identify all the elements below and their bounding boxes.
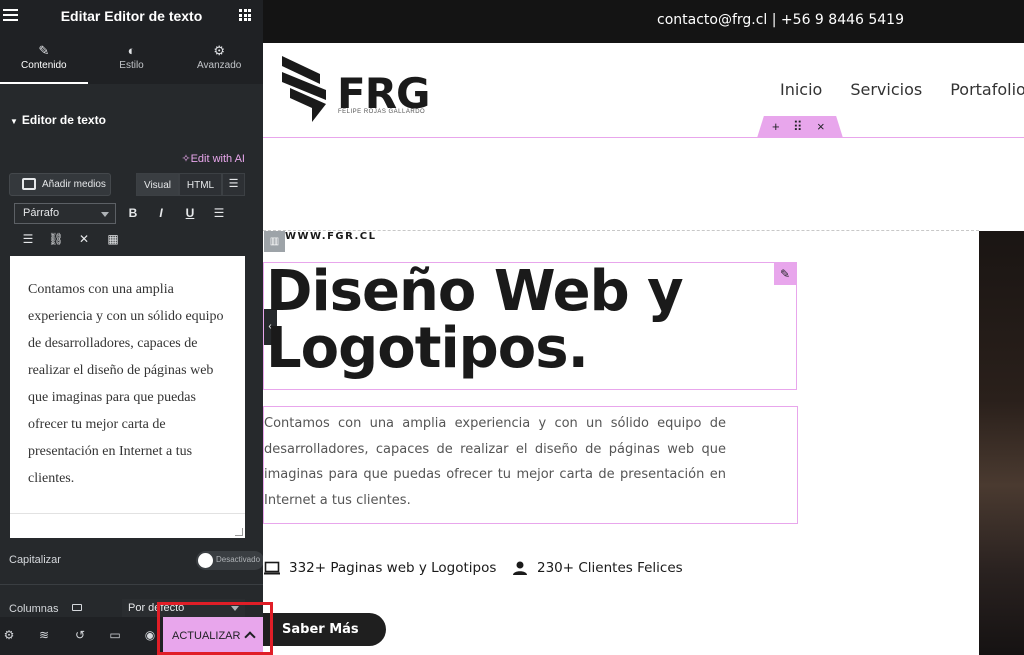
editor-mode-tabs: Visual HTML bbox=[136, 173, 222, 196]
user-icon bbox=[513, 561, 527, 575]
add-section-icon[interactable]: + bbox=[772, 119, 780, 134]
site-topbar: contacto@frg.cl | +56 9 8446 5419 bbox=[263, 0, 1024, 43]
hero-image bbox=[979, 231, 1024, 655]
panel-footer: ⚙ ≋ ↺ ▭ ◉ ACTUALIZAR bbox=[0, 617, 263, 655]
text-editor-widget[interactable]: Contamos con una amplia experiencia y co… bbox=[263, 406, 798, 524]
tab-avanzado[interactable]: ⚙ Avanzado bbox=[175, 33, 263, 84]
format-select-value: Párrafo bbox=[23, 207, 60, 219]
add-media-button[interactable]: Añadir medios bbox=[9, 173, 111, 196]
bullet-list-icon[interactable]: ☰ bbox=[209, 203, 229, 223]
saber-mas-button[interactable]: Saber Más ⟶ bbox=[263, 613, 386, 646]
stat-clients-label: 230+ Clientes Felices bbox=[537, 560, 683, 576]
toggle-state-label: Desactivado bbox=[216, 555, 261, 564]
panel-header: Editar Editor de texto bbox=[0, 0, 263, 33]
history-icon[interactable]: ↺ bbox=[73, 628, 87, 642]
chevron-up-icon[interactable] bbox=[244, 631, 256, 643]
tab-estilo[interactable]: ◐ Estilo bbox=[88, 33, 176, 84]
paragraph-format-select[interactable]: Párrafo bbox=[14, 203, 116, 224]
stat-websites: 332+ Paginas web y Logotipos bbox=[264, 560, 496, 576]
widgets-grid-icon[interactable] bbox=[239, 9, 251, 21]
section-handle: + ⠿ × bbox=[757, 116, 843, 138]
contact-info: contacto@frg.cl | +56 9 8446 5419 bbox=[657, 12, 904, 28]
main-nav: Inicio Servicios Portafolio bbox=[780, 80, 1024, 99]
preview-eye-icon[interactable]: ◉ bbox=[143, 628, 157, 642]
gear-icon: ⚙ bbox=[213, 43, 225, 58]
fullscreen-icon[interactable]: ✕ bbox=[74, 229, 94, 249]
site-header: FRG FELIPE ROJAS GALLARDO Inicio Servici… bbox=[263, 43, 1024, 138]
add-media-label: Añadir medios bbox=[42, 179, 106, 190]
columns-label: Columnas bbox=[9, 603, 59, 615]
site-url: WWW.FGR.CL bbox=[285, 231, 377, 242]
editor-panel: Editar Editor de texto ✎ Contenido ◐ Est… bbox=[0, 0, 263, 655]
capitalize-toggle[interactable]: Desactivado bbox=[196, 551, 263, 570]
settings-icon[interactable]: ⚙ bbox=[2, 628, 16, 642]
sparkle-icon: ✧ bbox=[181, 153, 191, 165]
editor-content[interactable]: Contamos con una amplia experiencia y co… bbox=[28, 276, 233, 492]
stat-clients: 230+ Clientes Felices bbox=[512, 560, 683, 576]
capitalize-label: Capitalizar bbox=[9, 554, 61, 566]
edit-with-ai-label: Edit with AI bbox=[190, 153, 245, 165]
half-circle-icon: ◐ bbox=[127, 43, 136, 58]
italic-button[interactable]: I bbox=[151, 203, 171, 223]
tab-html[interactable]: HTML bbox=[179, 173, 222, 196]
logo-subtitle: FELIPE ROJAS GALLARDO bbox=[338, 109, 426, 115]
caret-down-icon: ▼ bbox=[10, 117, 18, 126]
underline-button[interactable]: U bbox=[180, 203, 200, 223]
edit-with-ai-link[interactable]: ✧Edit with AI bbox=[181, 152, 245, 165]
panel-tabs: ✎ Contenido ◐ Estilo ⚙ Avanzado bbox=[0, 33, 263, 84]
close-section-icon[interactable]: × bbox=[817, 119, 825, 134]
section-title-label: Editor de texto bbox=[21, 113, 106, 127]
update-button[interactable]: ACTUALIZAR bbox=[163, 617, 263, 655]
chevron-down-icon bbox=[101, 212, 109, 217]
bold-button[interactable]: B bbox=[123, 203, 143, 223]
tab-visual[interactable]: Visual bbox=[136, 173, 179, 196]
tab-contenido-label: Contenido bbox=[21, 60, 67, 71]
edit-widget-icon[interactable]: ✎ bbox=[774, 263, 796, 285]
stat-websites-label: 332+ Paginas web y Logotipos bbox=[289, 560, 497, 576]
editor-toolbar: Párrafo B I U ☰ ☰ ⛓ ✕ ▦ bbox=[10, 200, 245, 255]
nav-item-portafolio[interactable]: Portafolio bbox=[950, 80, 1024, 99]
nav-item-inicio[interactable]: Inicio bbox=[780, 80, 822, 99]
column-handle-icon[interactable]: ▥ bbox=[264, 231, 285, 252]
columns-select[interactable]: Por defecto bbox=[122, 599, 245, 618]
hero-heading: Diseño Web y Logotipos. bbox=[266, 259, 684, 381]
update-button-label: ACTUALIZAR bbox=[172, 630, 241, 642]
panel-title: Editar Editor de texto bbox=[60, 8, 203, 24]
resize-handle-icon[interactable] bbox=[235, 528, 243, 536]
saber-mas-label: Saber Más bbox=[282, 622, 359, 637]
media-icon bbox=[22, 178, 36, 190]
hero-paragraph: Contamos con una amplia experiencia y co… bbox=[264, 416, 726, 508]
chevron-down-icon bbox=[231, 606, 239, 611]
rich-text-editor[interactable]: Contamos con una amplia experiencia y co… bbox=[10, 256, 245, 538]
hero-heading-line1: Diseño Web y bbox=[266, 259, 684, 324]
numbered-list-icon[interactable]: ☰ bbox=[18, 229, 38, 249]
laptop-icon bbox=[264, 561, 280, 575]
responsive-icon[interactable]: ▭ bbox=[108, 628, 122, 642]
keyboard-icon[interactable]: ▦ bbox=[103, 229, 123, 249]
link-icon[interactable]: ⛓ bbox=[46, 229, 66, 249]
section-toggle-editor-de-texto[interactable]: ▼ Editor de texto bbox=[10, 113, 106, 127]
editor-screen: Editar Editor de texto ✎ Contenido ◐ Est… bbox=[0, 0, 1024, 655]
divider bbox=[0, 584, 263, 585]
heading-widget[interactable]: Diseño Web y Logotipos. ✎ bbox=[263, 262, 797, 390]
layers-icon[interactable]: ≋ bbox=[37, 628, 51, 642]
tab-estilo-label: Estilo bbox=[119, 60, 144, 71]
move-section-icon[interactable]: ⠿ bbox=[793, 119, 803, 135]
editor-divider bbox=[10, 513, 245, 514]
pencil-icon: ✎ bbox=[38, 43, 50, 58]
hero-heading-line2: Logotipos. bbox=[266, 316, 589, 381]
desktop-monitor-icon[interactable] bbox=[72, 604, 82, 611]
nav-item-servicios[interactable]: Servicios bbox=[850, 80, 922, 99]
database-icon[interactable]: ☰ bbox=[222, 173, 245, 196]
toggle-knob bbox=[198, 553, 213, 568]
columns-select-value: Por defecto bbox=[128, 602, 185, 614]
tab-contenido[interactable]: ✎ Contenido bbox=[0, 33, 88, 84]
tab-avanzado-label: Avanzado bbox=[197, 60, 242, 71]
frg-logo-icon bbox=[282, 56, 326, 122]
